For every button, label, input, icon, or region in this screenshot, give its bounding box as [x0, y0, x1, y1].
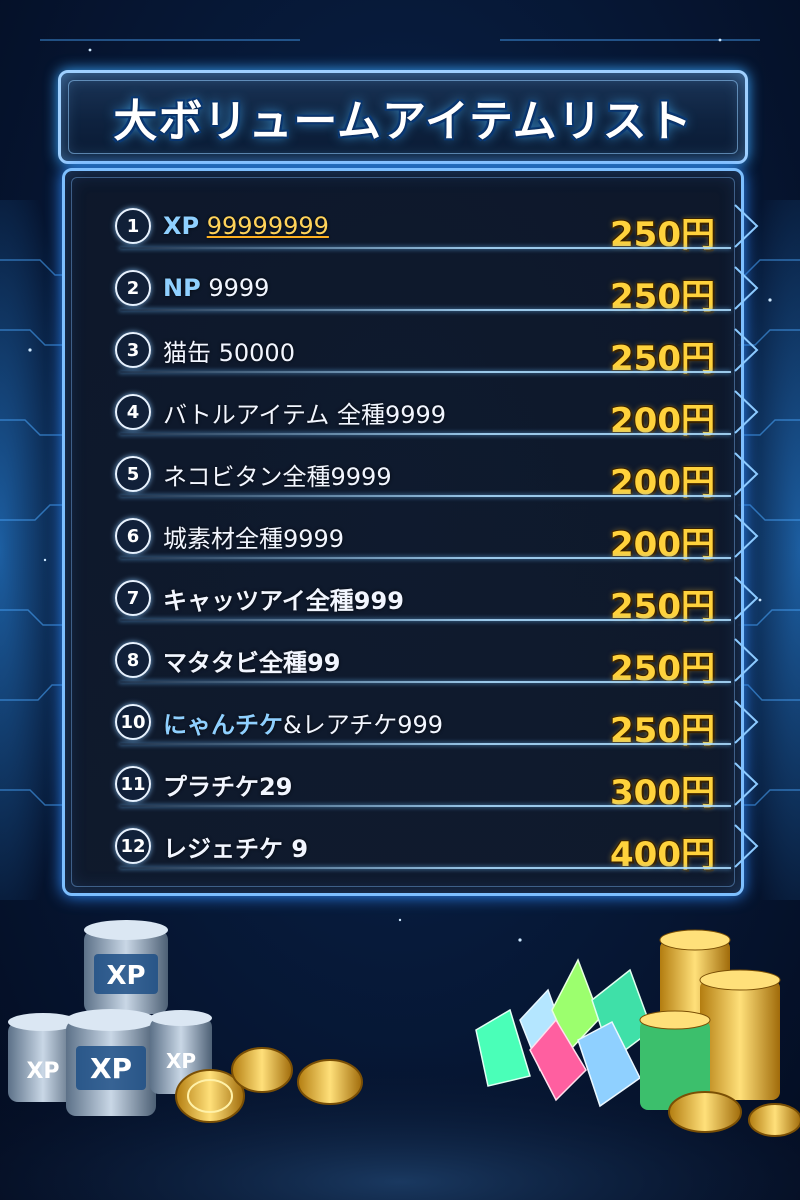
item-label: ネコビタン全種9999: [163, 462, 392, 491]
list-item: 4 バトルアイテム 全種9999 200円: [115, 387, 759, 441]
item-number: 7: [115, 580, 151, 616]
list-item: 2 NP 9999 250円: [115, 263, 759, 317]
item-number: 4: [115, 394, 151, 430]
gold-coin-icon: [639, 929, 800, 1137]
item-label: バトルアイテム 全種9999: [163, 400, 447, 429]
item-label: 猫缶 50000: [163, 338, 295, 367]
list-item: 3 猫缶 50000 250円: [115, 325, 759, 379]
item-label: プラチケ29: [163, 772, 293, 801]
item-number: 12: [115, 828, 151, 864]
item-number: 6: [115, 518, 151, 554]
xp-can-icon: XP: [84, 920, 168, 1014]
item-label: 城素材全種9999: [163, 524, 345, 553]
decorative-item-piles: XP XP XP XP: [0, 900, 800, 1200]
xp-label: XP: [106, 961, 145, 991]
xp-label: XP: [166, 1049, 196, 1073]
item-number: 2: [115, 270, 151, 306]
item-number: 5: [115, 456, 151, 492]
item-label-text: &レアチケ999: [283, 710, 444, 739]
item-list-panel: 1 XP 99999999 250円 2 NP 9999 250円 3 猫缶 5…: [62, 168, 759, 896]
item-number: 1: [115, 208, 151, 244]
list-item: 11 プラチケ29 300円: [115, 759, 759, 813]
xp-label: XP: [90, 1052, 132, 1085]
item-number: 10: [115, 704, 151, 740]
item-label: レジェチケ 9: [163, 834, 309, 863]
list-item: 10 にゃんチケ&レアチケ999 250円: [115, 697, 759, 751]
item-number: 3: [115, 332, 151, 368]
item-label-accent: NP: [163, 274, 201, 302]
list-item: 8 マタタビ全種99 250円: [115, 635, 759, 689]
list-item: 12 レジェチケ 9 400円: [115, 821, 759, 875]
page-title: 大ボリュームアイテムリスト: [113, 96, 693, 147]
list-item: 1 XP 99999999 250円: [115, 201, 759, 255]
xp-label: XP: [26, 1059, 59, 1084]
item-label-highlight: 99999999: [206, 212, 329, 240]
item-number: 8: [115, 642, 151, 678]
item-label: にゃんチケ&レアチケ999: [163, 705, 443, 740]
item-label-accent: にゃんチケ: [163, 710, 283, 739]
item-label-accent: XP: [163, 212, 200, 240]
item-label: マタタビ全種99: [163, 648, 341, 677]
list-item: 7 キャッツアイ全種999 250円: [115, 573, 759, 627]
xp-can-icon: XP: [66, 1009, 156, 1116]
list-item: 6 城素材全種9999 200円: [115, 511, 759, 565]
item-label-text: 9999: [208, 274, 270, 302]
item-number: 11: [115, 766, 151, 802]
item-label: XP 99999999: [163, 212, 329, 240]
list-item: 5 ネコビタン全種9999 200円: [115, 449, 759, 503]
title-banner: 大ボリュームアイテムリスト: [58, 70, 748, 164]
item-label: NP 9999: [163, 274, 269, 302]
item-label: キャッツアイ全種999: [163, 586, 404, 615]
